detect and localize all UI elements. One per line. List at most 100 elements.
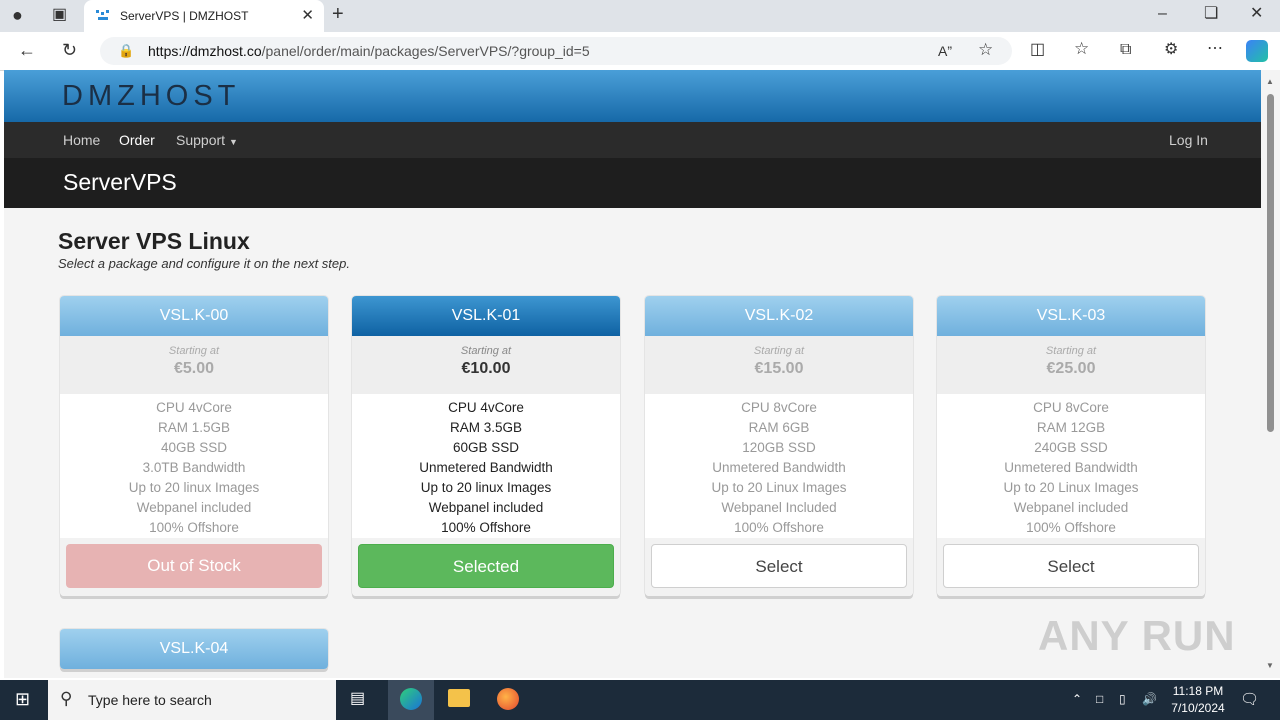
nav-home[interactable]: Home xyxy=(63,132,100,148)
price-label: Starting at xyxy=(1045,345,1097,357)
feature-item: Up to 20 Linux Images xyxy=(711,480,847,495)
select-button[interactable]: Select xyxy=(943,544,1199,588)
favorites-icon[interactable]: ☆ xyxy=(1074,40,1089,57)
site-logo[interactable]: DMZHOST xyxy=(62,80,240,113)
volume-icon[interactable]: 🔊 xyxy=(1142,692,1157,706)
feature-item: 40GB SSD xyxy=(160,440,228,455)
group-subheading: Select a package and configure it on the… xyxy=(58,256,350,271)
feature-list: CPU 4vCore RAM 3.5GB 60GB SSD Unmetered … xyxy=(352,394,620,538)
back-icon[interactable]: ← xyxy=(18,41,36,59)
address-bar[interactable]: 🔒 https://dmzhost.co/panel/order/main/pa… xyxy=(100,37,1012,65)
feature-item: RAM 6GB xyxy=(748,420,810,435)
card-footer: Select xyxy=(645,538,913,596)
taskbar-search[interactable]: ⚲ Type here to search xyxy=(48,680,336,720)
feature-item: Webpanel included xyxy=(1013,500,1129,515)
tab-close-icon[interactable]: ✕ xyxy=(301,6,314,24)
nav-order[interactable]: Order xyxy=(119,132,155,148)
url-text: https://dmzhost.co/panel/order/main/pack… xyxy=(148,43,590,59)
tray-device-icon[interactable]: □ xyxy=(1096,692,1103,706)
lock-icon[interactable]: 🔒 xyxy=(118,43,134,59)
feature-item: CPU 8vCore xyxy=(1033,400,1109,415)
browser-toolbar: ← ↻ 🔒 https://dmzhost.co/panel/order/mai… xyxy=(0,32,1280,71)
card-footer: Selected xyxy=(352,538,620,596)
package-card: VSL.K-02 Starting at €15.00 CPU 8vCore R… xyxy=(645,296,913,596)
feature-item: 240GB SSD xyxy=(1034,440,1108,455)
nav-support[interactable]: Support ▼ xyxy=(176,132,238,148)
new-tab-icon[interactable]: + xyxy=(332,4,344,24)
price-label: Starting at xyxy=(460,345,512,357)
feature-item: RAM 12GB xyxy=(1036,420,1106,435)
tab-actions-icon[interactable]: ▣ xyxy=(52,7,67,23)
clock-date[interactable]: 7/10/2024 xyxy=(1166,701,1230,715)
package-card: VSL.K-00 Starting at €5.00 CPU 4vCore RA… xyxy=(60,296,328,596)
browser-tab[interactable]: ServerVPS | DMZHOST ✕ xyxy=(84,0,324,32)
package-card: VSL.K-03 Starting at €25.00 CPU 8vCore R… xyxy=(937,296,1205,596)
selected-button[interactable]: Selected xyxy=(358,544,614,588)
package-name: VSL.K-01 xyxy=(352,296,620,336)
site-header: DMZHOST xyxy=(4,70,1261,122)
refresh-icon[interactable]: ↻ xyxy=(62,41,77,59)
split-screen-icon[interactable]: ◫ xyxy=(1030,42,1045,58)
group-heading: Server VPS Linux xyxy=(58,228,250,254)
feature-item: RAM 1.5GB xyxy=(157,420,231,435)
feature-item: 100% Offshore xyxy=(734,520,824,535)
feature-item: Webpanel included xyxy=(428,500,544,515)
scroll-up-icon[interactable]: ▲ xyxy=(1266,74,1274,90)
scrollbar-thumb[interactable] xyxy=(1267,94,1274,432)
profile-icon[interactable]: ● xyxy=(12,6,23,24)
close-window-icon[interactable]: ✕ xyxy=(1250,6,1263,22)
nav-login[interactable]: Log In xyxy=(1169,132,1208,148)
site-navbar: Home Order Support ▼ Log In xyxy=(4,122,1261,158)
file-explorer-icon[interactable] xyxy=(448,689,470,707)
page-scrollbar[interactable]: ▲ ▼ xyxy=(1261,70,1280,678)
feature-item: 120GB SSD xyxy=(742,440,816,455)
minimize-icon[interactable]: – xyxy=(1158,6,1167,22)
feature-item: CPU 4vCore xyxy=(156,400,232,415)
taskbar-edge-app[interactable] xyxy=(388,680,434,720)
out-of-stock-button[interactable]: Out of Stock xyxy=(66,544,322,588)
favorite-star-icon[interactable]: ☆ xyxy=(978,41,993,58)
caret-down-icon: ▼ xyxy=(228,137,238,147)
package-card: VSL.K-04 xyxy=(60,629,328,669)
read-aloud-icon[interactable]: A” xyxy=(938,43,952,59)
price-value: €15.00 xyxy=(754,360,804,377)
more-menu-icon[interactable]: ⋯ xyxy=(1207,41,1223,57)
maximize-icon[interactable]: ❏ xyxy=(1204,6,1218,22)
feature-list: CPU 8vCore RAM 12GB 240GB SSD Unmetered … xyxy=(937,394,1205,538)
price-box: Starting at €10.00 xyxy=(352,336,620,394)
package-name: VSL.K-04 xyxy=(60,629,328,669)
card-footer: Select xyxy=(937,538,1205,596)
clock-time[interactable]: 11:18 PM xyxy=(1170,684,1226,698)
feature-item: Webpanel included xyxy=(136,500,252,515)
select-button[interactable]: Select xyxy=(651,544,907,588)
search-icon: ⚲ xyxy=(60,689,73,708)
task-view-icon[interactable]: ▤ xyxy=(350,691,365,707)
package-name: VSL.K-02 xyxy=(645,296,913,336)
scroll-down-icon[interactable]: ▼ xyxy=(1266,658,1274,674)
price-box: Starting at €15.00 xyxy=(645,336,913,394)
tray-chevron-icon[interactable]: ⌃ xyxy=(1072,692,1082,706)
price-box: Starting at €25.00 xyxy=(937,336,1205,394)
network-icon[interactable]: ▯ xyxy=(1119,692,1126,706)
feature-item: Unmetered Bandwidth xyxy=(1004,460,1138,475)
feature-item: Up to 20 Linux Images xyxy=(1003,480,1139,495)
collections-icon[interactable]: ⧉ xyxy=(1120,42,1131,58)
anyrun-watermark: ANY RUN xyxy=(1038,612,1236,659)
feature-item: Up to 20 linux Images xyxy=(128,480,260,495)
windows-start-icon[interactable]: ⊞ xyxy=(15,690,30,708)
price-value: €5.00 xyxy=(173,360,215,377)
feature-list: CPU 8vCore RAM 6GB 120GB SSD Unmetered B… xyxy=(645,394,913,538)
web-page: DMZHOST Home Order Support ▼ Log In Serv… xyxy=(4,70,1261,678)
notifications-icon[interactable]: 🗨 xyxy=(1240,690,1259,708)
copilot-icon[interactable] xyxy=(1246,40,1268,62)
firefox-icon[interactable] xyxy=(497,688,519,710)
card-footer: Out of Stock xyxy=(60,538,328,596)
feature-list: CPU 4vCore RAM 1.5GB 40GB SSD 3.0TB Band… xyxy=(60,394,328,538)
feature-item: Webpanel Included xyxy=(721,500,837,515)
browser-tabbar: ● ▣ ServerVPS | DMZHOST ✕ + – ❏ ✕ xyxy=(0,0,1280,32)
extensions-icon[interactable]: ⚙ xyxy=(1164,42,1178,58)
page-title: ServerVPS xyxy=(63,169,177,195)
package-card: VSL.K-01 Starting at €10.00 CPU 4vCore R… xyxy=(352,296,620,596)
feature-item: 100% Offshore xyxy=(441,520,531,535)
feature-item: Up to 20 linux Images xyxy=(420,480,552,495)
